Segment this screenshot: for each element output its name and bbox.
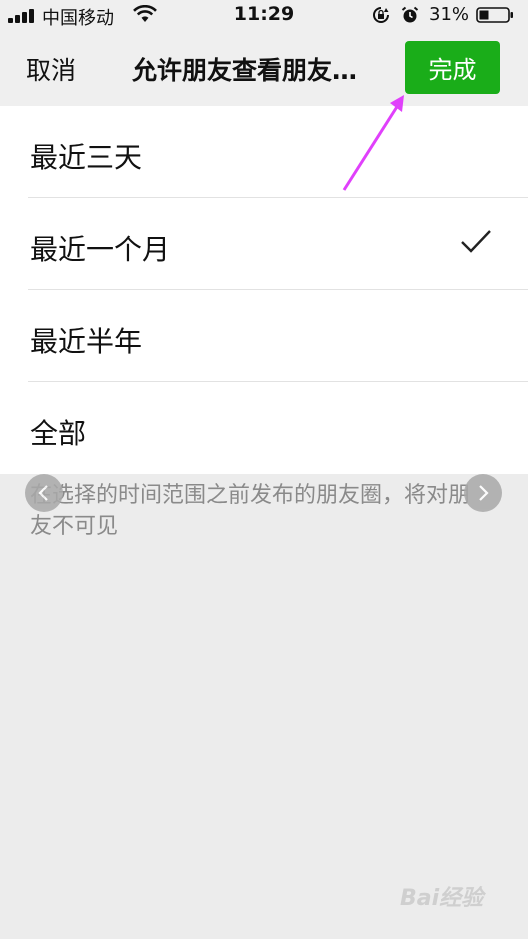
status-bar: 中国移动 11:29 31%	[0, 0, 528, 30]
baidu-watermark: Bai经验	[400, 886, 484, 911]
page-title: 允许朋友查看朋友…	[132, 56, 358, 85]
annotation-arrow-icon	[342, 95, 404, 191]
rotation-lock-icon	[373, 7, 389, 23]
time-range-options: 最近三天 最近一个月 最近半年 全部	[0, 106, 528, 474]
chevron-left-icon	[38, 485, 48, 501]
cancel-button[interactable]: 取消	[26, 51, 76, 87]
checkmark-icon	[461, 230, 491, 253]
option-last-month[interactable]: 最近一个月	[0, 198, 528, 290]
visibility-hint: 在选择的时间范围之前发布的朋友圈，将对朋友不可见	[30, 483, 471, 539]
option-label: 最近半年	[30, 325, 143, 358]
option-last-half-year[interactable]: 最近半年	[0, 290, 528, 382]
next-button[interactable]	[464, 474, 502, 512]
nav-bar: 取消 允许朋友查看朋友… 完成	[0, 30, 528, 107]
battery-icon	[476, 7, 513, 23]
done-button-label: 完成	[428, 56, 477, 84]
option-label: 最近一个月	[30, 233, 171, 266]
previous-button[interactable]	[25, 474, 63, 512]
done-button[interactable]: 完成	[405, 41, 500, 94]
option-last-three-days[interactable]: 最近三天	[0, 106, 528, 198]
option-label: 最近三天	[30, 141, 143, 174]
chevron-right-icon	[479, 485, 489, 501]
battery-percent: 31%	[429, 4, 470, 25]
option-all[interactable]: 全部	[0, 382, 528, 474]
alarm-icon	[401, 6, 419, 23]
option-label: 全部	[30, 417, 87, 450]
